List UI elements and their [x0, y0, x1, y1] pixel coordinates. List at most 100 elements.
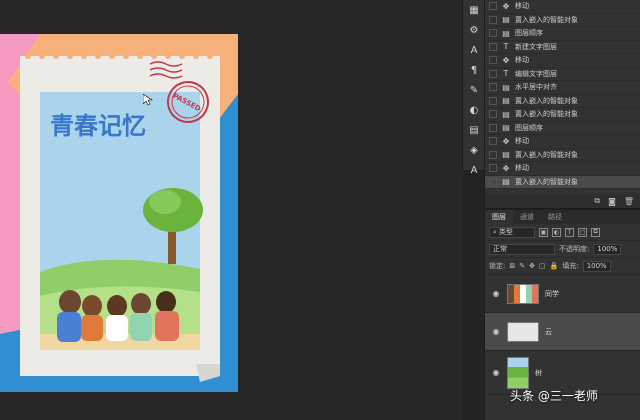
- tab-layers[interactable]: 图层: [485, 210, 513, 224]
- history-item-label: 移动: [515, 2, 529, 11]
- history-item[interactable]: ▤ 图层顺序: [485, 27, 640, 41]
- character-icon[interactable]: A: [463, 40, 485, 60]
- move-icon: ✥: [502, 1, 510, 11]
- right-panels: ✥ 移动 ▤ 置入嵌入的智能对象 ▤ 图层顺序 T 新建文字图层 ✥ 移动 T 编辑文字图层 ▤ 水平居中…: [484, 0, 640, 420]
- history-checkbox[interactable]: [489, 150, 497, 159]
- history-step-icon: ▤: [502, 82, 510, 92]
- history-checkbox[interactable]: [489, 164, 497, 173]
- layer-row[interactable]: ◉ 云: [485, 313, 640, 351]
- history-checkbox[interactable]: [489, 123, 497, 132]
- camera-icon[interactable]: ◙: [608, 197, 616, 206]
- blend-mode-select[interactable]: 正常: [489, 243, 555, 255]
- fill-input[interactable]: 100%: [582, 260, 611, 272]
- history-step-icon: ▤: [502, 15, 510, 25]
- history-checkbox[interactable]: [489, 56, 497, 65]
- history-item[interactable]: ▤ 水平居中对齐: [485, 81, 640, 95]
- visibility-eye-icon[interactable]: ◉: [491, 289, 501, 298]
- history-item-label: 置入嵌入的智能对象: [515, 15, 578, 24]
- layer-thumbnail: [507, 321, 539, 342]
- lock-transparent-icon[interactable]: ⊠: [509, 262, 515, 270]
- paragraph-icon[interactable]: ¶: [463, 60, 485, 80]
- filter-shape-icon[interactable]: □: [578, 227, 587, 237]
- layer-filter-select[interactable]: ⌕ 类型: [489, 226, 535, 238]
- lock-move-icon[interactable]: ✥: [529, 262, 535, 270]
- lock-all-icon[interactable]: 🔒: [550, 262, 559, 270]
- fill-label: 填充:: [562, 262, 579, 270]
- swatch-icon[interactable]: ⚙: [463, 20, 485, 40]
- history-item[interactable]: ▤ 置入嵌入的智能对象: [485, 95, 640, 108]
- history-item[interactable]: ✥ 移动: [485, 54, 640, 68]
- poster-title: 青春记忆: [50, 111, 146, 140]
- layer-name: 树: [535, 368, 542, 377]
- glyphs-icon[interactable]: ✎: [463, 80, 485, 100]
- history-checkbox[interactable]: [489, 137, 497, 146]
- history-footer: ⧉ ◙ 🗑: [485, 194, 640, 208]
- layer-name: 同学: [545, 289, 559, 298]
- visibility-eye-icon[interactable]: ◉: [491, 327, 501, 336]
- type-icon[interactable]: A: [463, 160, 485, 180]
- layer-filter-label: 类型: [498, 228, 513, 236]
- lock-paint-icon[interactable]: ✎: [519, 262, 525, 270]
- filter-smart-icon[interactable]: ⧉: [591, 227, 600, 237]
- tab-paths[interactable]: 路径: [541, 210, 569, 224]
- trash-icon[interactable]: 🗑: [624, 197, 634, 206]
- kids-illustration: [57, 290, 179, 342]
- move-icon: ✥: [502, 136, 510, 146]
- adjustments-icon[interactable]: ◐: [463, 100, 485, 120]
- text-icon: T: [503, 42, 509, 52]
- history-item[interactable]: T 新建文字图层: [485, 41, 640, 54]
- history-item[interactable]: ✥ 移动: [485, 135, 640, 149]
- libraries-icon[interactable]: ▤: [463, 120, 485, 140]
- history-checkbox[interactable]: [489, 69, 497, 78]
- opacity-value: 100%: [597, 245, 618, 253]
- history-step-icon: ▤: [502, 150, 510, 160]
- history-item[interactable]: ▤ 置入嵌入的智能对象: [485, 108, 640, 122]
- history-checkbox[interactable]: [489, 177, 497, 186]
- layer-row[interactable]: ◉ 同学: [485, 275, 640, 313]
- history-item-label: 水平居中对齐: [515, 83, 557, 92]
- move-icon: ✥: [502, 163, 510, 173]
- history-item-label: 置入嵌入的智能对象: [515, 177, 578, 186]
- search-icon: ⌕: [493, 227, 497, 236]
- history-item[interactable]: ▤ 置入嵌入的智能对象: [485, 175, 640, 189]
- canvas-workspace: 青春记忆 PASSED: [0, 0, 462, 420]
- text-icon: T: [503, 69, 509, 79]
- history-item[interactable]: ▤ 置入嵌入的智能对象: [485, 149, 640, 162]
- filter-text-icon[interactable]: T: [565, 227, 574, 237]
- new-snapshot-icon[interactable]: ⧉: [594, 196, 600, 206]
- grid-icon[interactable]: ▦: [463, 0, 485, 20]
- history-item-label: 图层顺序: [515, 123, 543, 132]
- lock-artboard-icon[interactable]: ▢: [539, 262, 546, 270]
- history-item[interactable]: ▤ 置入嵌入的智能对象: [485, 14, 640, 27]
- document-canvas[interactable]: 青春记忆 PASSED: [0, 34, 238, 392]
- fill-value: 100%: [586, 262, 607, 270]
- layer-name: 云: [545, 327, 552, 336]
- 3d-icon[interactable]: ◈: [463, 140, 485, 160]
- filter-adjust-icon[interactable]: ◐: [552, 227, 561, 237]
- history-checkbox[interactable]: [489, 42, 497, 51]
- history-checkbox[interactable]: [489, 83, 497, 92]
- move-icon: ✥: [502, 55, 510, 65]
- blend-row: 正常 不透明度: 100%: [485, 241, 640, 258]
- history-checkbox[interactable]: [489, 2, 497, 11]
- history-item[interactable]: ▤ 图层顺序: [485, 122, 640, 135]
- history-item[interactable]: ✥ 移动: [485, 0, 640, 14]
- history-item[interactable]: T 编辑文字图层: [485, 68, 640, 81]
- layer-filter-row: ⌕ 类型 ▣ ◐ T □ ⧉: [485, 224, 640, 241]
- history-checkbox[interactable]: [489, 15, 497, 24]
- history-item-label: 移动: [515, 137, 529, 146]
- visibility-eye-icon[interactable]: ◉: [491, 368, 501, 377]
- filter-pixel-icon[interactable]: ▣: [539, 227, 548, 237]
- history-item-label: 置入嵌入的智能对象: [515, 96, 578, 105]
- panel-icon-strip: ▦ ⚙ A ¶ ✎ ◐ ▤ ◈ A: [462, 0, 485, 176]
- history-checkbox[interactable]: [489, 110, 497, 119]
- history-step-icon: ▤: [502, 177, 510, 187]
- layer-thumbnail: [507, 283, 539, 304]
- history-item[interactable]: ✥ 移动: [485, 162, 640, 176]
- tab-channels[interactable]: 通道: [513, 210, 541, 224]
- history-panel: ✥ 移动 ▤ 置入嵌入的智能对象 ▤ 图层顺序 T 新建文字图层 ✥ 移动 T 编辑文字图层 ▤ 水平居中…: [485, 0, 640, 194]
- history-checkbox[interactable]: [489, 29, 497, 38]
- history-checkbox[interactable]: [489, 96, 497, 105]
- opacity-input[interactable]: 100%: [593, 243, 622, 255]
- history-item-label: 编辑文字图层: [515, 69, 557, 78]
